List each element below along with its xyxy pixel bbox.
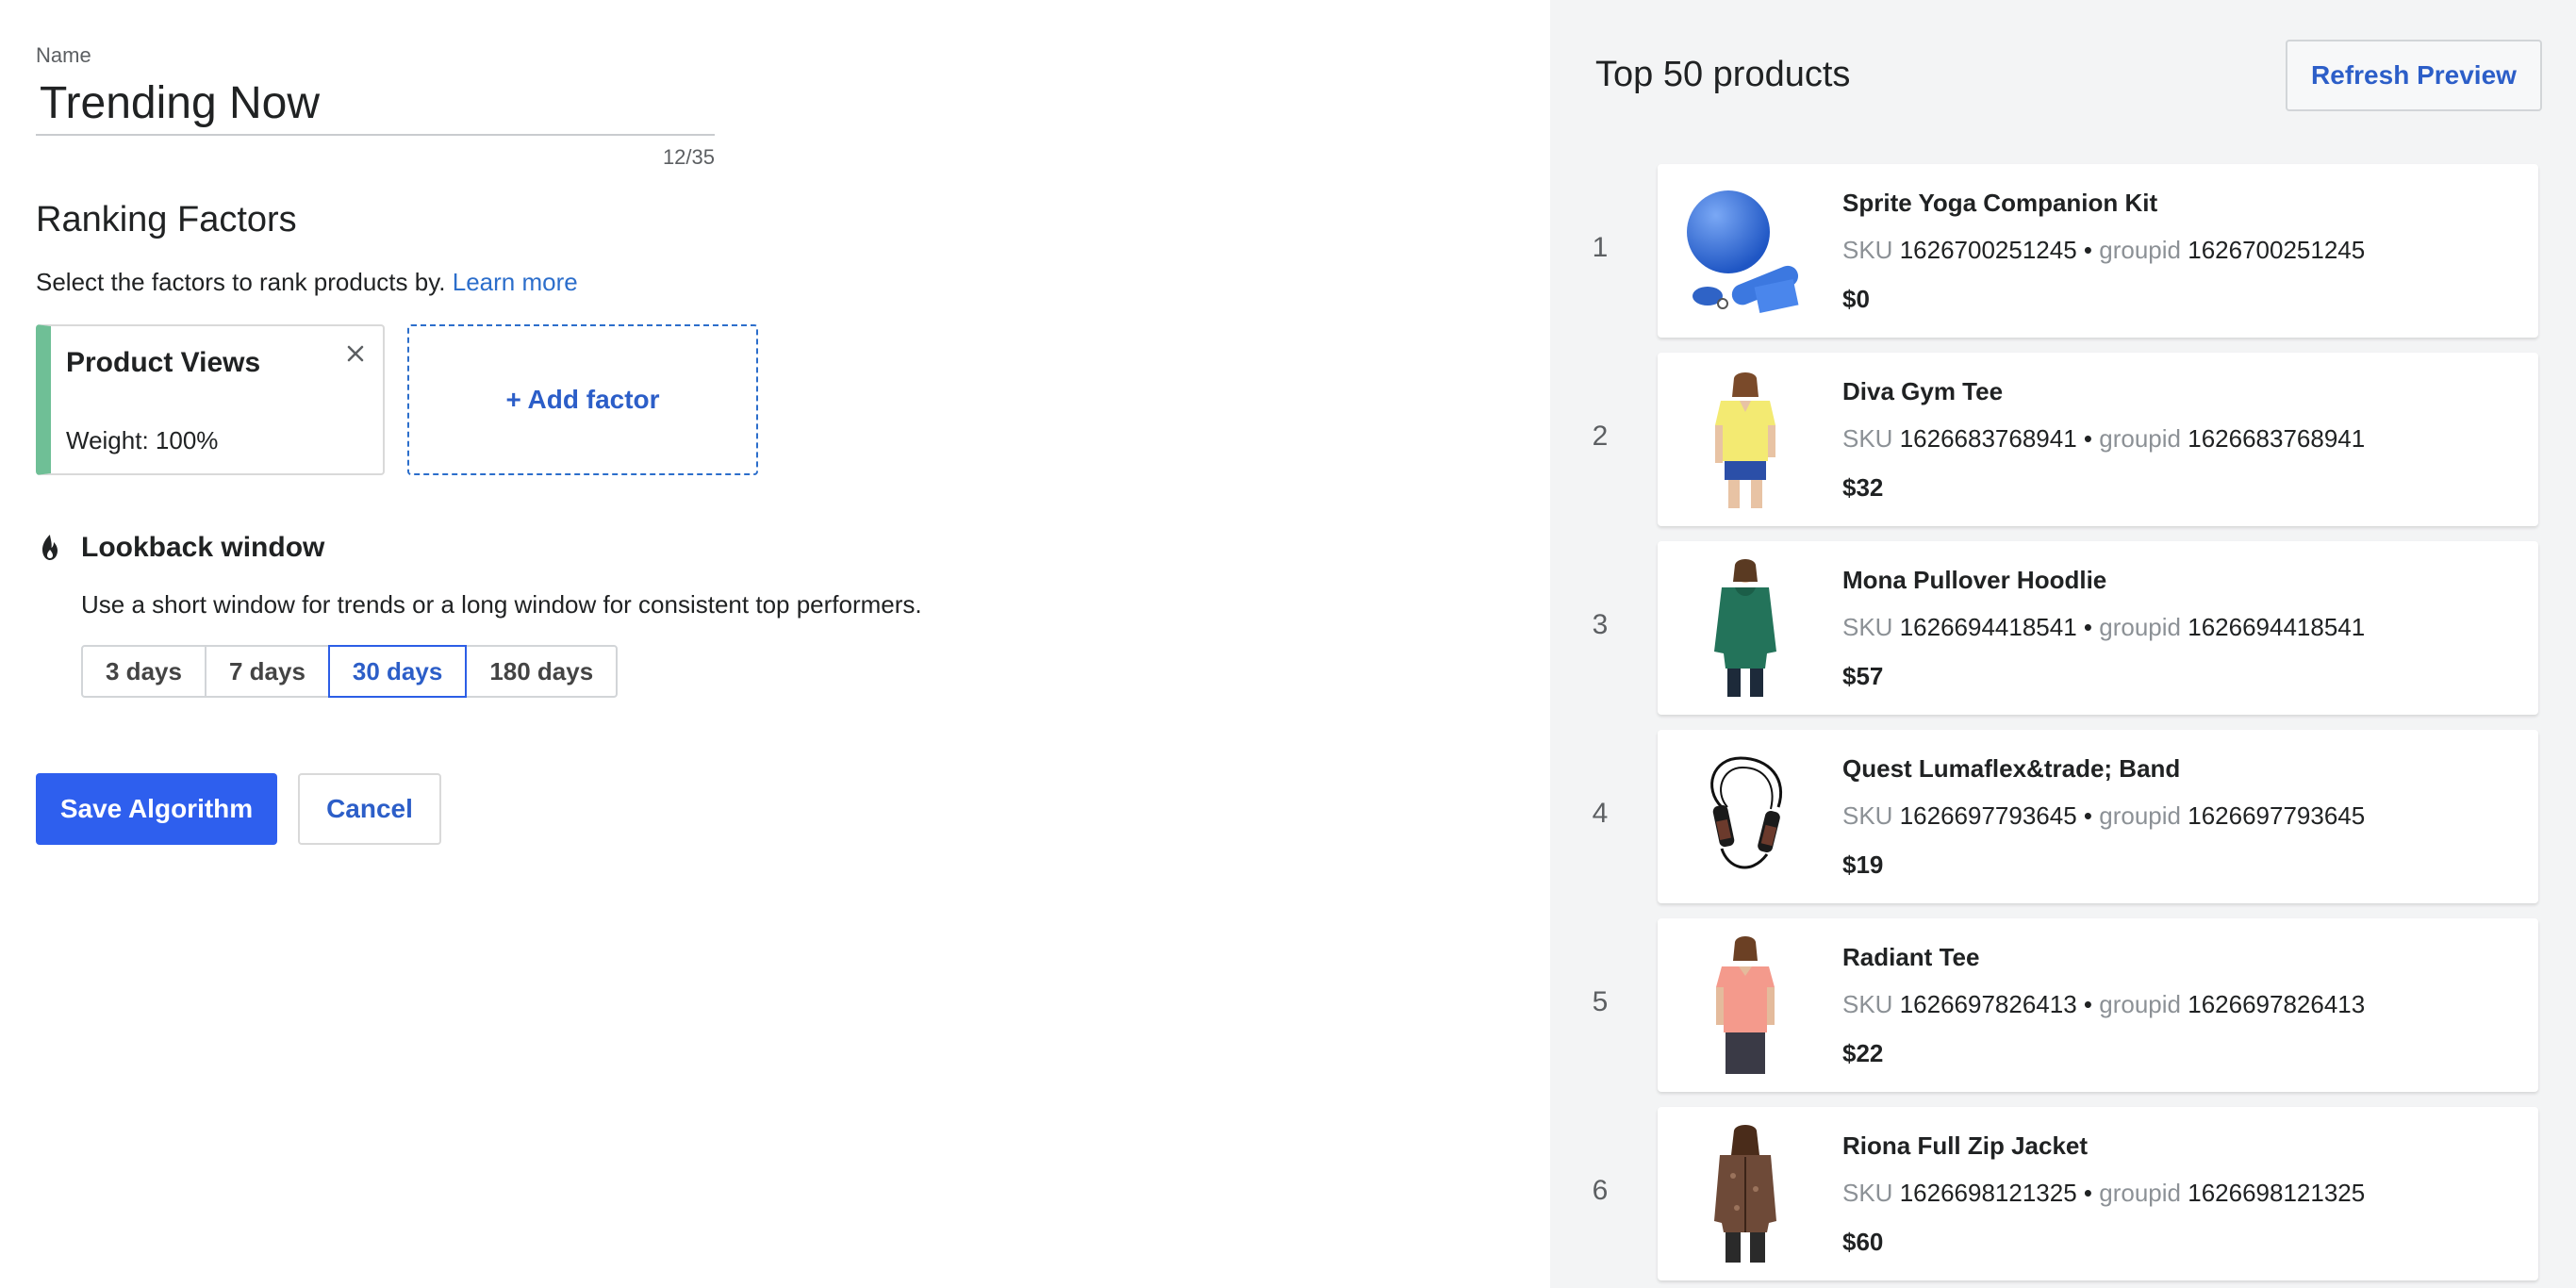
remove-factor-close-icon[interactable] <box>341 339 370 368</box>
lookback-window-selector: 3 days 7 days 30 days 180 days <box>81 645 619 698</box>
cancel-button[interactable]: Cancel <box>298 773 441 845</box>
add-factor-button[interactable]: + Add factor <box>407 324 758 475</box>
product-row: 5 Radiant Tee SKU 1626697826413 • groupi… <box>1550 918 2576 1092</box>
product-card[interactable]: Mona Pullover Hoodlie SKU 1626694418541 … <box>1658 541 2538 715</box>
product-groupid: 1626683768941 <box>2188 424 2366 453</box>
product-name: Diva Gym Tee <box>1842 377 2004 405</box>
product-sku: 1626683768941 <box>1899 424 2077 453</box>
ranking-factors-title: Ranking Factors <box>36 200 297 239</box>
product-rank: 2 <box>1592 421 1609 452</box>
product-rank: 3 <box>1592 609 1609 640</box>
yellow-tee-image <box>1676 368 1814 511</box>
product-groupid: 1626697793645 <box>2188 801 2366 830</box>
product-row: 3 Mona Pullover Hoodlie SKU 162669441854… <box>1550 541 2576 715</box>
product-meta: SKU 1626698121325 • groupid 162669812132… <box>1842 1179 2365 1208</box>
pink-tee-image <box>1676 933 1814 1077</box>
product-sku: 1626698121325 <box>1899 1179 2077 1207</box>
lookback-window-description: Use a short window for trends or a long … <box>81 590 922 619</box>
groupid-label: groupid <box>2099 424 2181 453</box>
separator: • <box>2083 801 2093 830</box>
product-meta: SKU 1626697826413 • groupid 162669782641… <box>1842 990 2365 1019</box>
factor-title: Product Views <box>66 347 261 378</box>
lookback-option-7-days[interactable]: 7 days <box>204 645 330 698</box>
lookback-window-title: Lookback window <box>81 532 325 563</box>
product-rank: 4 <box>1592 798 1609 829</box>
separator: • <box>2083 1179 2093 1207</box>
product-sku: 1626697826413 <box>1899 990 2077 1018</box>
save-algorithm-button[interactable]: Save Algorithm <box>36 773 277 845</box>
separator: • <box>2083 613 2093 641</box>
groupid-label: groupid <box>2099 1179 2181 1207</box>
product-name: Sprite Yoga Companion Kit <box>1842 189 2158 217</box>
name-label: Name <box>36 43 91 67</box>
product-card[interactable]: Sprite Yoga Companion Kit SKU 1626700251… <box>1658 164 2538 338</box>
product-price: $60 <box>1842 1228 1884 1256</box>
product-price: $22 <box>1842 1039 1884 1067</box>
product-sku: 1626694418541 <box>1899 613 2077 641</box>
product-row: 4 Quest Lumaflex&trade; Band SKU 1626697… <box>1550 730 2576 903</box>
product-price: $57 <box>1842 662 1884 690</box>
product-meta: SKU 1626694418541 • groupid 162669441854… <box>1842 613 2365 642</box>
green-hoodie-image <box>1676 556 1814 700</box>
product-groupid: 1626698121325 <box>2188 1179 2366 1207</box>
groupid-label: groupid <box>2099 236 2181 264</box>
product-row: 6 Riona Full Zip Jacket SKU 162669812132… <box>1550 1107 2576 1280</box>
ranking-factors-description: Select the factors to rank products by. … <box>36 268 578 297</box>
separator: • <box>2083 236 2093 264</box>
product-sku: 1626697793645 <box>1899 801 2077 830</box>
groupid-label: groupid <box>2099 613 2181 641</box>
product-rank: 5 <box>1592 986 1609 1017</box>
product-name: Mona Pullover Hoodlie <box>1842 566 2107 594</box>
product-card[interactable]: Quest Lumaflex&trade; Band SKU 162669779… <box>1658 730 2538 903</box>
product-rank: 6 <box>1592 1175 1609 1206</box>
brown-jacket-image <box>1676 1122 1814 1265</box>
sku-label: SKU <box>1842 990 1893 1018</box>
jump-rope-image <box>1676 745 1814 888</box>
sku-label: SKU <box>1842 801 1893 830</box>
sku-label: SKU <box>1842 424 1893 453</box>
sku-label: SKU <box>1842 613 1893 641</box>
name-input[interactable] <box>36 72 715 136</box>
product-sku: 1626700251245 <box>1899 236 2077 264</box>
lookback-option-30-days[interactable]: 30 days <box>327 645 468 698</box>
factor-weight: Weight: 100% <box>66 426 219 454</box>
product-name: Riona Full Zip Jacket <box>1842 1131 2089 1160</box>
product-groupid: 1626697826413 <box>2188 990 2366 1018</box>
product-card[interactable]: Diva Gym Tee SKU 1626683768941 • groupid… <box>1658 353 2538 526</box>
product-price: $0 <box>1842 285 1870 313</box>
separator: • <box>2083 424 2093 453</box>
sku-label: SKU <box>1842 1179 1893 1207</box>
factor-card-product-views[interactable]: Product Views Weight: 100% <box>36 324 385 475</box>
yoga-kit-image <box>1676 179 1814 322</box>
sku-label: SKU <box>1842 236 1893 264</box>
separator: • <box>2083 990 2093 1018</box>
preview-title: Top 50 products <box>1595 55 1851 94</box>
char-count: 12/35 <box>662 145 715 169</box>
product-card[interactable]: Radiant Tee SKU 1626697826413 • groupid … <box>1658 918 2538 1092</box>
product-row: 1 Sprite Yoga Companion Kit SKU 16267002… <box>1550 164 2576 338</box>
flame-icon <box>36 532 64 564</box>
product-name: Radiant Tee <box>1842 943 1980 971</box>
product-groupid: 1626700251245 <box>2188 236 2366 264</box>
product-meta: SKU 1626700251245 • groupid 162670025124… <box>1842 236 2365 265</box>
learn-more-link[interactable]: Learn more <box>453 268 578 296</box>
algorithm-editor: Name 12/35 Ranking Factors Select the fa… <box>0 0 1550 1288</box>
refresh-preview-button[interactable]: Refresh Preview <box>2286 40 2542 111</box>
product-meta: SKU 1626683768941 • groupid 162668376894… <box>1842 424 2365 454</box>
product-meta: SKU 1626697793645 • groupid 162669779364… <box>1842 801 2365 831</box>
product-price: $19 <box>1842 850 1884 879</box>
product-card[interactable]: Riona Full Zip Jacket SKU 1626698121325 … <box>1658 1107 2538 1280</box>
lookback-option-180-days[interactable]: 180 days <box>465 645 619 698</box>
groupid-label: groupid <box>2099 990 2181 1018</box>
product-groupid: 1626694418541 <box>2188 613 2366 641</box>
preview-panel: Top 50 products Refresh Preview 1 Sprite… <box>1550 0 2576 1288</box>
ranking-description-text: Select the factors to rank products by. <box>36 268 446 296</box>
product-row: 2 Diva Gym Tee SKU 1626683768941 • group… <box>1550 353 2576 526</box>
groupid-label: groupid <box>2099 801 2181 830</box>
product-price: $32 <box>1842 473 1884 502</box>
lookback-option-3-days[interactable]: 3 days <box>81 645 206 698</box>
product-name: Quest Lumaflex&trade; Band <box>1842 754 2181 783</box>
product-rank: 1 <box>1592 232 1609 263</box>
